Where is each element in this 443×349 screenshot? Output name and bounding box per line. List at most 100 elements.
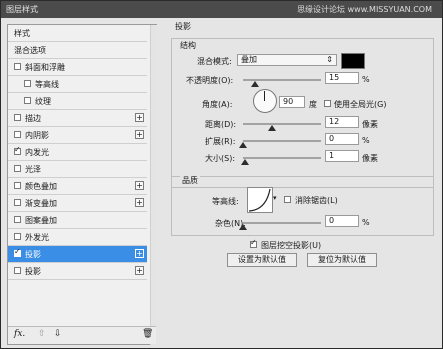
angle-dial[interactable] [253, 89, 277, 113]
style-item[interactable]: 内阴影 + [8, 127, 147, 144]
global-light-checkbox[interactable] [324, 100, 331, 107]
fx-button[interactable]: fx. [14, 329, 25, 339]
style-item[interactable]: 混合选项 [8, 42, 147, 59]
blend-mode-select[interactable]: 叠加 ⇕ [237, 54, 337, 66]
noise-slider-thumb[interactable] [239, 224, 247, 230]
noise-input[interactable]: 0 [325, 215, 359, 227]
add-icon[interactable]: + [135, 181, 144, 190]
style-item-checkbox[interactable] [14, 216, 21, 223]
distance-slider-track[interactable] [243, 123, 321, 125]
style-item-label: 内阴影 [25, 131, 49, 140]
style-item[interactable]: 等高线 [8, 76, 147, 93]
reset-default-button[interactable]: 复位为默认值 [307, 253, 377, 267]
move-up-icon[interactable]: ⇧ [38, 329, 46, 339]
style-item-label: 投影 [25, 250, 41, 259]
distance-label: 距离(D): [205, 120, 237, 129]
style-item-label: 图案叠加 [25, 216, 57, 225]
size-label: 大小(S): [205, 154, 236, 163]
size-slider-track[interactable] [243, 157, 321, 159]
style-item[interactable]: 光泽 [8, 161, 147, 178]
style-item-checkbox[interactable] [14, 114, 21, 121]
style-item-checkbox[interactable] [14, 267, 21, 274]
style-item-checkbox[interactable] [14, 131, 21, 138]
section-title: 投影 [175, 22, 191, 31]
contour-preview[interactable] [247, 187, 273, 213]
style-item-label: 斜面和浮雕 [25, 63, 65, 72]
style-item-checkbox[interactable] [14, 199, 21, 206]
layer-style-dialog: 图层样式 思缘设计论坛 www.MISSYUAN.COM 样式混合选项斜面和浮雕… [0, 0, 443, 349]
global-light-label: 使用全局光(G) [334, 100, 387, 109]
style-item-label: 光泽 [25, 165, 41, 174]
add-icon[interactable]: + [135, 266, 144, 275]
distance-input[interactable]: 12 [325, 116, 359, 128]
knockout-checkbox[interactable] [250, 238, 257, 248]
style-item-label: 样式 [14, 29, 30, 38]
chevron-down-icon: ⇕ [326, 55, 333, 64]
style-item[interactable]: 渐变叠加 + [8, 195, 147, 212]
style-item-checkbox[interactable] [24, 97, 31, 104]
watermark-text: 思缘设计论坛 www.MISSYUAN.COM [297, 5, 432, 14]
add-icon[interactable]: + [135, 198, 144, 207]
style-item[interactable]: 样式 [8, 25, 147, 42]
shadow-color-swatch[interactable] [341, 53, 365, 69]
angle-label: 角度(A): [202, 100, 233, 109]
styles-list: 样式混合选项斜面和浮雕等高线纹理描边 + 内阴影 + 内发光光泽颜色叠加 + 渐变叠加 + 图案… [7, 24, 157, 345]
opacity-input[interactable]: 15 [325, 72, 359, 84]
style-item[interactable]: 内发光 [8, 144, 147, 161]
opacity-slider-thumb[interactable] [250, 81, 259, 87]
styles-toolbar: fx. ⇧ ⇩ 🗑 [8, 326, 156, 344]
window-title: 图层样式 [6, 5, 38, 14]
style-item[interactable]: 投影 + [8, 246, 147, 263]
angle-dial-needle [264, 91, 265, 101]
trash-icon[interactable]: 🗑 [142, 329, 153, 339]
blend-mode-label: 混合模式: [197, 57, 232, 66]
opacity-unit: % [362, 75, 370, 84]
spread-input[interactable]: 0 [325, 133, 359, 145]
style-item-checkbox[interactable] [14, 63, 21, 70]
style-item-checkbox[interactable] [14, 145, 21, 155]
style-item-label: 颜色叠加 [25, 182, 57, 191]
spread-slider-thumb[interactable] [239, 142, 247, 148]
style-item-label: 等高线 [35, 80, 59, 89]
quality-group: 品质 等高线: ▾ 消除锯齿(L) 杂色(N): 0 % [171, 175, 434, 236]
style-item-checkbox[interactable] [14, 233, 21, 240]
style-item[interactable]: 描边 + [8, 110, 147, 127]
angle-unit: 度 [309, 100, 317, 109]
style-item[interactable]: 斜面和浮雕 [8, 59, 147, 76]
distance-unit: 像素 [362, 120, 378, 129]
add-icon[interactable]: + [135, 113, 144, 122]
add-icon[interactable]: + [135, 130, 144, 139]
size-input[interactable]: 1 [325, 150, 359, 162]
antialias-label: 消除锯齿(L) [295, 196, 338, 205]
angle-input[interactable]: 90 [279, 96, 305, 108]
move-down-icon[interactable]: ⇩ [54, 329, 62, 339]
size-unit: 像素 [362, 154, 378, 163]
structure-group: 结构 混合模式: 叠加 ⇕ 不透明度(O): 15 % 角度(A): 90 度 … [171, 38, 434, 188]
spread-slider-track[interactable] [243, 140, 321, 142]
size-slider-thumb[interactable] [241, 159, 249, 165]
add-icon[interactable]: + [135, 249, 144, 258]
style-item-label: 渐变叠加 [25, 199, 57, 208]
make-default-button[interactable]: 设置为默认值 [227, 253, 297, 267]
noise-unit: % [362, 218, 370, 227]
style-item[interactable]: 纹理 [8, 93, 147, 110]
spread-label: 扩展(R): [205, 137, 236, 146]
style-item[interactable]: 图案叠加 [8, 212, 147, 229]
style-item-checkbox[interactable] [14, 182, 21, 189]
antialias-checkbox[interactable] [284, 196, 291, 203]
style-item-checkbox[interactable] [14, 247, 21, 257]
style-item[interactable]: 投影 + [8, 263, 147, 280]
scrollbar[interactable] [150, 25, 157, 345]
style-item[interactable]: 外发光 [8, 229, 147, 246]
style-item-label: 内发光 [25, 148, 49, 157]
style-item-label: 描边 [25, 114, 41, 123]
distance-slider-thumb[interactable] [268, 125, 276, 131]
contour-dropdown-icon[interactable]: ▾ [273, 194, 277, 202]
style-item[interactable]: 颜色叠加 + [8, 178, 147, 195]
style-item-checkbox[interactable] [24, 80, 31, 87]
style-item-label: 纹理 [35, 97, 51, 106]
style-item-checkbox[interactable] [14, 165, 21, 172]
style-item-label: 投影 [25, 267, 41, 276]
title-bar[interactable]: 图层样式 思缘设计论坛 www.MISSYUAN.COM [1, 1, 442, 18]
noise-slider-track[interactable] [243, 222, 321, 224]
